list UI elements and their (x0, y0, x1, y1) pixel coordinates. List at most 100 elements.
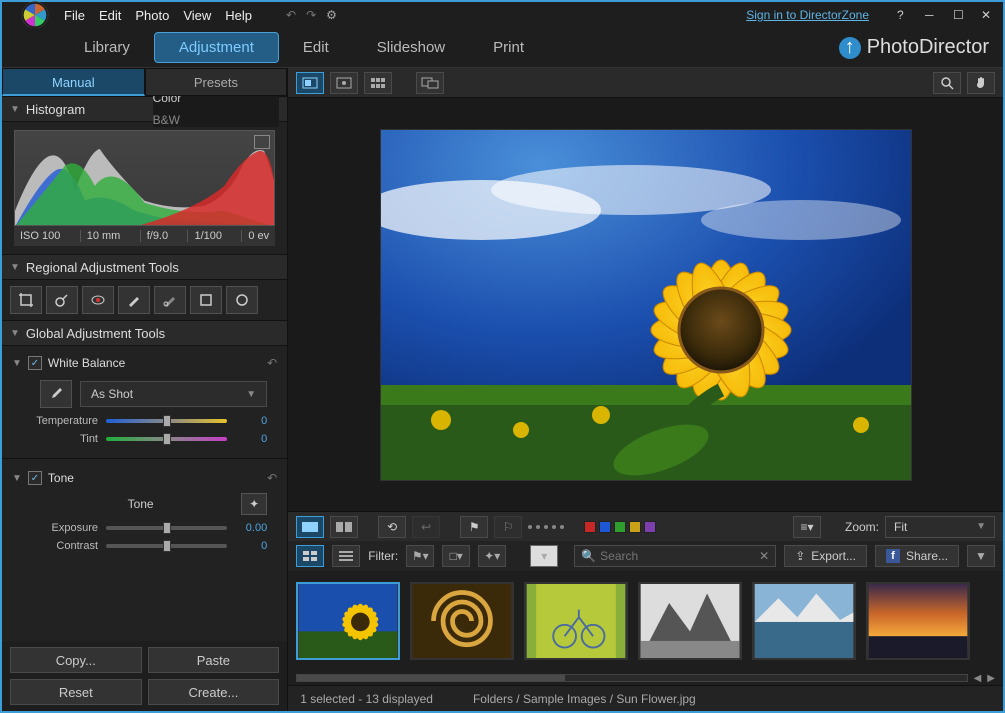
scroll-left-icon[interactable]: ◀ (974, 673, 982, 684)
flag-pick-icon[interactable]: ⚑ (460, 516, 488, 538)
thumbnail-mountain-lake[interactable] (752, 582, 856, 660)
filter-rating-dropdown[interactable]: ✦▾ (478, 545, 506, 567)
mode-library[interactable]: Library (60, 33, 154, 62)
share-button[interactable]: f Share... (875, 545, 959, 567)
browser-view-single-icon[interactable] (296, 516, 324, 538)
create-button[interactable]: Create... (148, 679, 280, 705)
sort-icon[interactable]: ≡▾ (793, 516, 821, 538)
spot-removal-tool-icon[interactable] (46, 286, 78, 314)
reset-button[interactable]: Reset (10, 679, 142, 705)
auto-tone-wand-icon[interactable]: ✦ (241, 493, 267, 515)
pan-hand-icon[interactable] (967, 72, 995, 94)
subsection-tone[interactable]: ▼ ✓ Tone ↶ (12, 467, 277, 489)
flag-reject-icon[interactable]: ⚐ (494, 516, 522, 538)
wb-eyedropper-icon[interactable] (40, 380, 72, 408)
paste-button[interactable]: Paste (148, 647, 280, 673)
rotate-icon[interactable]: ⟲ (378, 516, 406, 538)
subsection-white-balance[interactable]: ▼ ✓ White Balance ↶ (12, 352, 277, 374)
close-icon[interactable]: ✕ (981, 8, 995, 22)
export-icon: ⇪ (795, 549, 805, 563)
thumbnail-sunflower[interactable] (296, 582, 400, 660)
title-bar: File Edit Photo View Help ↶ ↷ ⚙ Sign in … (2, 2, 1003, 28)
thumbnail-scrollbar[interactable]: ◀ ▶ (288, 671, 1003, 685)
thumb-list-icon[interactable] (332, 545, 360, 567)
reset-tone-icon[interactable]: ↶ (267, 471, 277, 485)
minimize-icon[interactable]: ─ (925, 8, 939, 22)
clipping-warning-icon[interactable] (254, 135, 270, 149)
section-regional[interactable]: ▼ Regional Adjustment Tools (2, 254, 287, 280)
histogram-bw-toggle[interactable]: B&W (153, 113, 280, 127)
maximize-icon[interactable]: ☐ (953, 8, 967, 22)
scroll-right-icon[interactable]: ▶ (987, 673, 995, 684)
star-rating[interactable] (528, 525, 564, 529)
search-input[interactable] (600, 549, 755, 563)
copy-button[interactable]: Copy... (10, 647, 142, 673)
white-balance-checkbox[interactable]: ✓ (28, 356, 42, 370)
section-histogram[interactable]: ▼ Histogram Color B&W (2, 96, 287, 122)
undo-icon[interactable]: ↶ (286, 8, 296, 22)
chevron-down-icon: ▼ (10, 262, 20, 273)
zoom-tool-icon[interactable] (933, 72, 961, 94)
color-label-swatches[interactable] (584, 521, 656, 533)
thumbnail-bicycle[interactable] (524, 582, 628, 660)
view-compare-icon[interactable] (330, 72, 358, 94)
histogram-metadata: ISO 100 10 mm f/9.0 1/100 0 ev (14, 226, 275, 246)
view-single-icon[interactable] (296, 72, 324, 94)
menu-file[interactable]: File (64, 8, 85, 23)
canvas-area[interactable] (288, 98, 1003, 511)
thumbnail-peak-bw[interactable] (638, 582, 742, 660)
selection-brush-tool-icon[interactable] (154, 286, 186, 314)
redeye-tool-icon[interactable] (82, 286, 114, 314)
clear-search-icon[interactable]: ✕ (759, 549, 769, 563)
thumb-large-icon[interactable] (296, 545, 324, 567)
upload-icon[interactable]: ↑ (839, 37, 861, 59)
app-logo-icon (20, 0, 50, 30)
zoom-select[interactable]: Fit ▼ (885, 516, 995, 538)
tab-presets[interactable]: Presets (145, 68, 288, 96)
adjustment-panel: Manual Presets ▼ Histogram Color B&W (2, 68, 288, 711)
section-global[interactable]: ▼ Global Adjustment Tools (2, 320, 287, 346)
mode-edit[interactable]: Edit (279, 33, 353, 62)
chevron-down-icon: ▼ (12, 358, 22, 369)
redo-icon[interactable]: ↷ (306, 8, 316, 22)
filter-flag-dropdown[interactable]: ⚑▾ (406, 545, 434, 567)
help-icon[interactable]: ? (897, 8, 911, 22)
mode-row: Library Adjustment Edit Slideshow Print … (2, 28, 1003, 68)
signin-link[interactable]: Sign in to DirectorZone (746, 8, 869, 22)
gradient-mask-tool-icon[interactable] (190, 286, 222, 314)
thumbnail-sunset[interactable] (866, 582, 970, 660)
chevron-down-icon: ▼ (10, 104, 20, 115)
filter-color-dropdown[interactable]: ▾ (530, 545, 558, 567)
secondary-monitor-icon[interactable] (416, 72, 444, 94)
menu-help[interactable]: Help (225, 8, 252, 23)
menu-edit[interactable]: Edit (99, 8, 121, 23)
exposure-slider[interactable] (106, 526, 227, 530)
mode-adjustment[interactable]: Adjustment (154, 32, 279, 63)
filter-label-dropdown[interactable]: □▾ (442, 545, 470, 567)
menu-photo[interactable]: Photo (135, 8, 169, 23)
tone-checkbox[interactable]: ✓ (28, 471, 42, 485)
wb-preset-select[interactable]: As Shot ▼ (80, 381, 267, 407)
mode-slideshow[interactable]: Slideshow (353, 33, 469, 62)
search-box[interactable]: 🔍 ✕ (574, 545, 776, 567)
export-button[interactable]: ⇪ Export... (784, 545, 867, 567)
temperature-slider[interactable] (106, 419, 227, 423)
chevron-down-icon: ▼ (246, 389, 256, 400)
tint-slider[interactable] (106, 437, 227, 441)
share-dropdown[interactable]: ▼ (967, 545, 995, 567)
mode-print[interactable]: Print (469, 33, 548, 62)
settings-gear-icon[interactable]: ⚙ (326, 8, 337, 22)
menu-view[interactable]: View (183, 8, 211, 23)
app-name: PhotoDirector (867, 36, 989, 59)
crop-tool-icon[interactable] (10, 286, 42, 314)
chevron-down-icon: ▼ (12, 473, 22, 484)
view-grid-icon[interactable] (364, 72, 392, 94)
reset-wb-icon[interactable]: ↶ (267, 356, 277, 370)
contrast-slider[interactable] (106, 544, 227, 548)
thumbnail-spiral[interactable] (410, 582, 514, 660)
histogram-color-toggle[interactable]: Color (153, 96, 280, 105)
browser-view-split-icon[interactable] (330, 516, 358, 538)
radial-mask-tool-icon[interactable] (226, 286, 258, 314)
tab-manual[interactable]: Manual (2, 68, 145, 96)
brush-tool-icon[interactable] (118, 286, 150, 314)
